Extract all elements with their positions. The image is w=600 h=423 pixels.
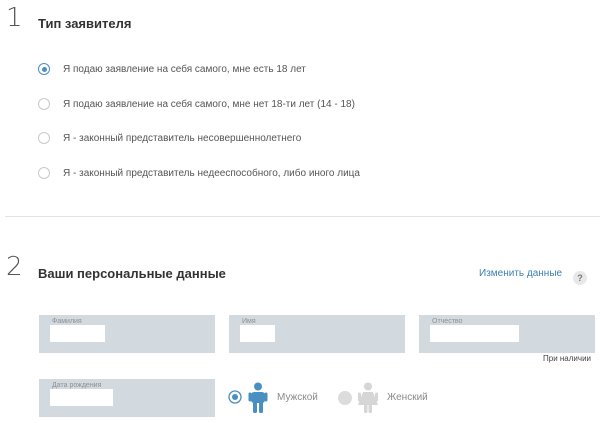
patronymic-hint: При наличии <box>543 354 591 363</box>
radio-option-minor-self[interactable]: Я подаю заявление на себя самого, мне не… <box>38 96 355 112</box>
gender-male-radio[interactable] <box>228 390 242 404</box>
birthdate-input[interactable] <box>50 389 113 406</box>
firstname-field[interactable]: Имя <box>229 315 405 353</box>
radio-button[interactable] <box>38 98 50 110</box>
radio-label: Я - законный представитель недееспособно… <box>63 167 360 179</box>
female-person-icon <box>357 382 379 419</box>
radio-option-minor-representative[interactable]: Я - законный представитель несовершеннол… <box>38 130 301 146</box>
patronymic-field[interactable]: Отчество <box>419 315 595 353</box>
radio-button[interactable] <box>38 132 50 144</box>
applicant-type-title: Тип заявителя <box>38 16 132 31</box>
step-number-2: 2 <box>6 252 23 282</box>
radio-label: Я - законный представитель несовершеннол… <box>63 132 302 144</box>
birthdate-field[interactable]: Дата рождения <box>39 379 215 417</box>
patronymic-input[interactable] <box>430 325 519 342</box>
birthdate-label: Дата рождения <box>52 382 102 389</box>
step-number-1: 1 <box>6 3 23 33</box>
radio-button-selected[interactable] <box>38 63 50 75</box>
firstname-input[interactable] <box>240 325 275 342</box>
patronymic-label: Отчество <box>432 318 463 325</box>
section-divider <box>5 216 600 217</box>
radio-label: Я подаю заявление на себя самого, мне не… <box>63 98 355 110</box>
radio-option-incapable-representative[interactable]: Я - законный представитель недееспособно… <box>38 165 360 181</box>
gender-female-label[interactable]: Женский <box>387 392 428 403</box>
radio-label: Я подаю заявление на себя самого, мне ес… <box>63 63 306 75</box>
change-data-link[interactable]: Изменить данные <box>479 268 562 279</box>
firstname-label: Имя <box>242 318 256 325</box>
gender-female-radio[interactable] <box>338 391 352 405</box>
radio-option-adult-self[interactable]: Я подаю заявление на себя самого, мне ес… <box>38 61 306 77</box>
gender-male-label[interactable]: Мужской <box>277 392 318 403</box>
radio-selected-icon[interactable] <box>228 390 242 404</box>
help-icon[interactable]: ? <box>573 271 587 285</box>
personal-data-title: Ваши персональные данные <box>38 266 226 281</box>
male-person-icon <box>248 382 268 419</box>
radio-button[interactable] <box>38 167 50 179</box>
lastname-field[interactable]: Фамилия <box>39 315 215 353</box>
lastname-input[interactable] <box>50 325 105 342</box>
lastname-label: Фамилия <box>52 318 82 325</box>
